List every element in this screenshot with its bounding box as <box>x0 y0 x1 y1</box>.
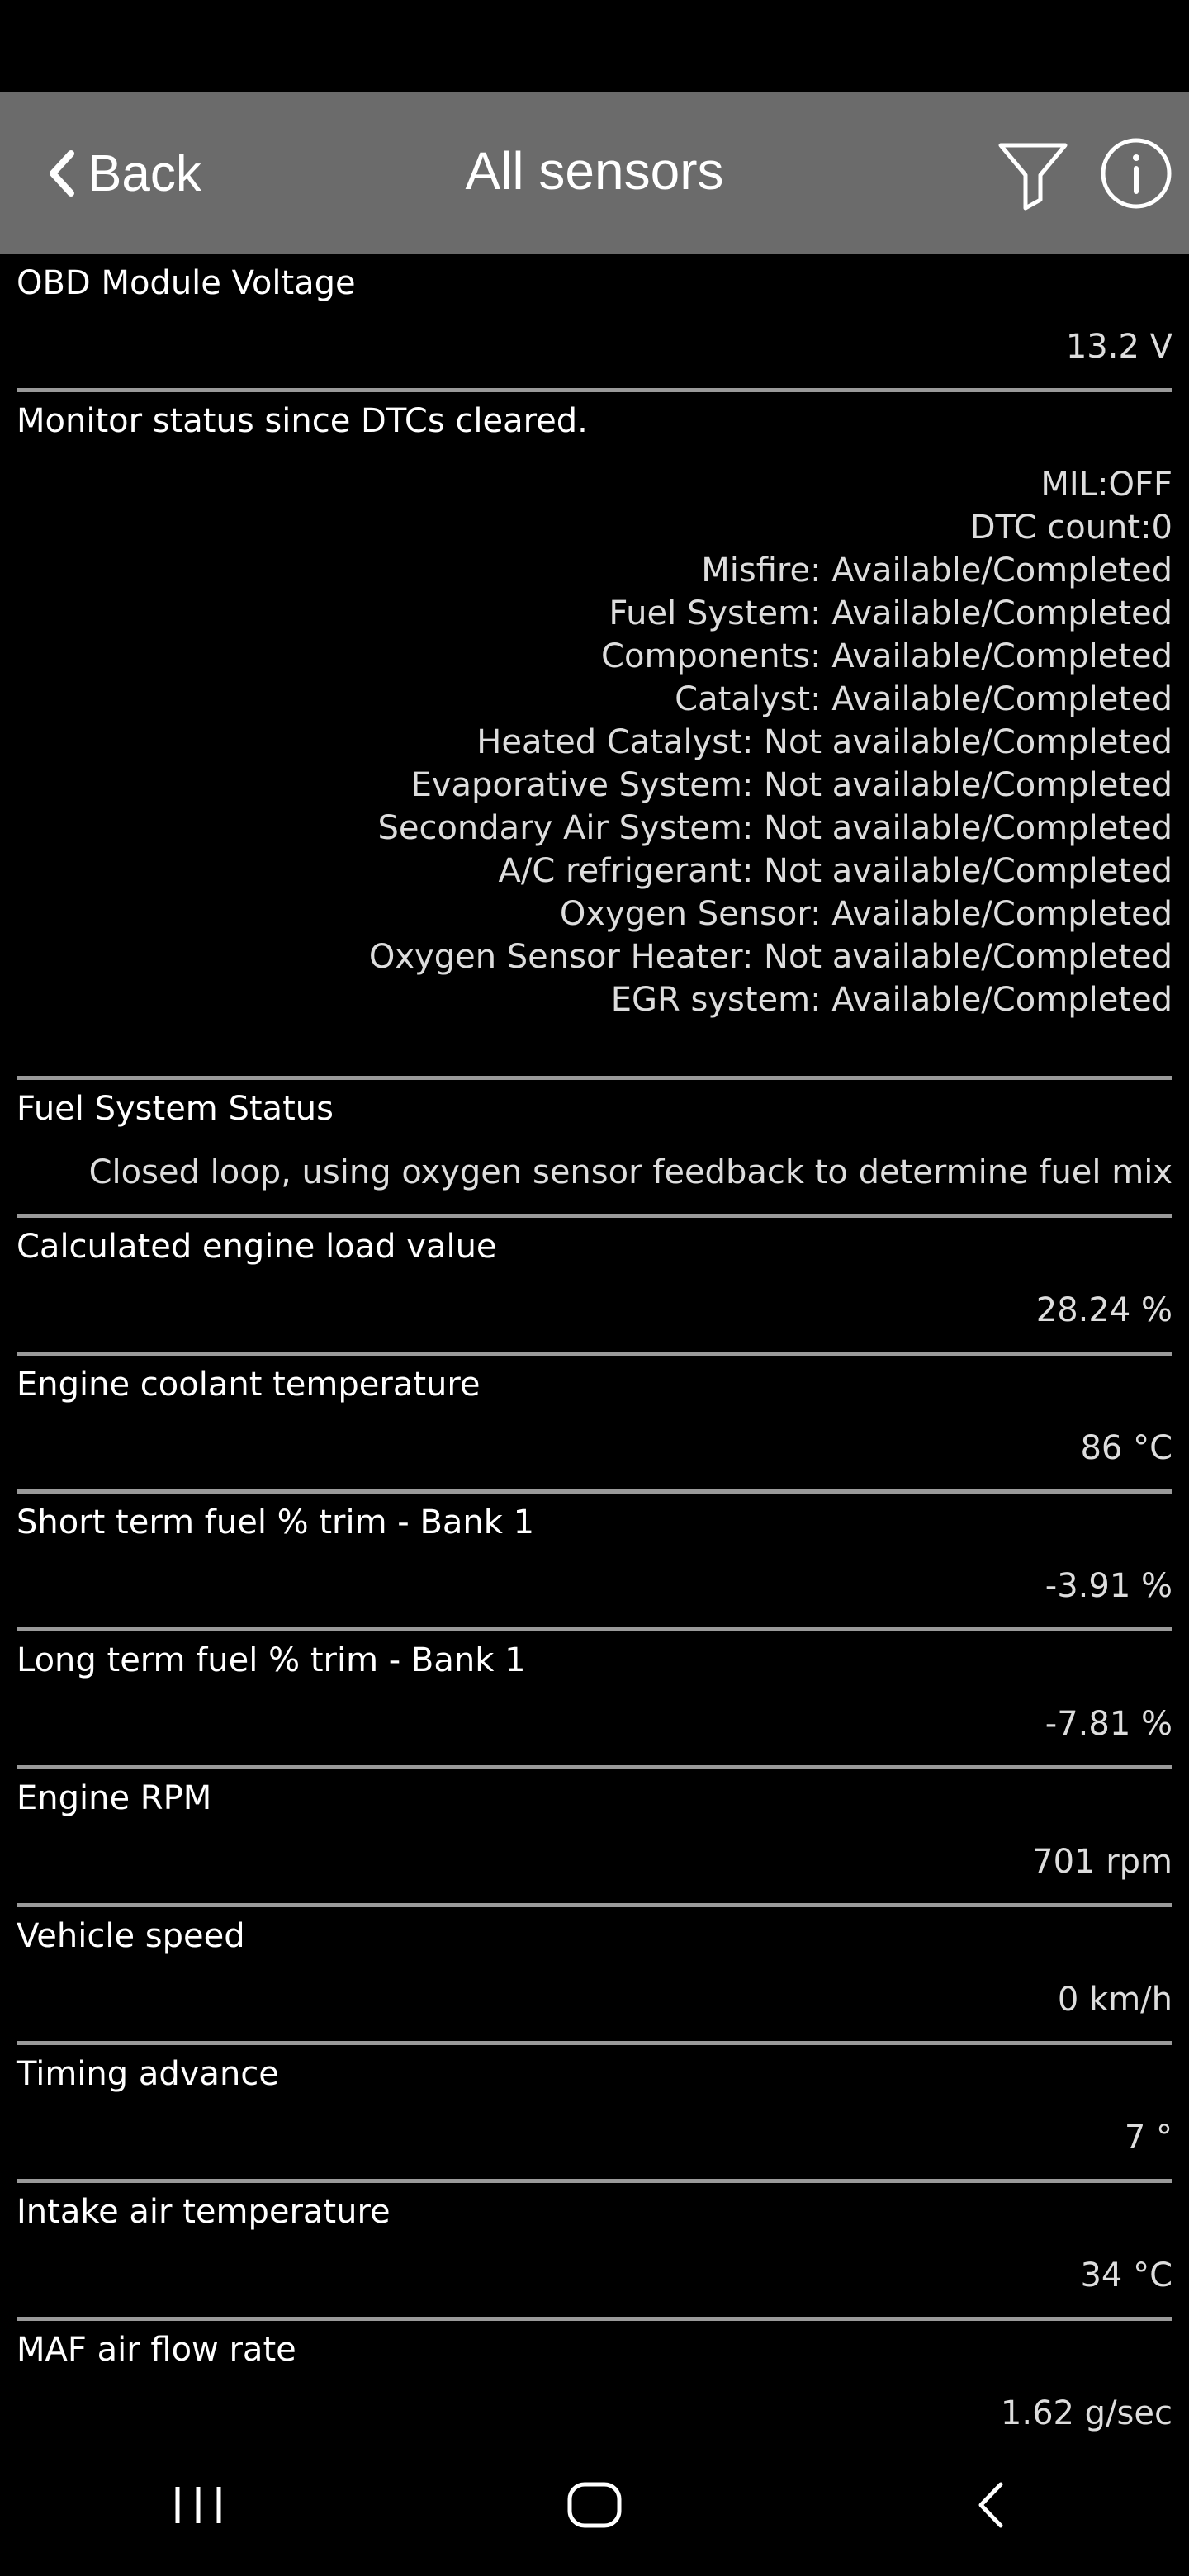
sensor-value: 13.2 V <box>1065 328 1172 366</box>
sensor-value-lines: MIL:OFF DTC count:0 Misfire: Available/C… <box>17 445 1172 1076</box>
sensor-value: 7 ° <box>1124 2119 1172 2157</box>
monitor-status-line: EGR system: Available/Completed <box>610 981 1172 1019</box>
monitor-status-line: Components: Available/Completed <box>601 637 1172 675</box>
sensor-item-long-term-fuel-trim: Long term fuel % trim - Bank 1 -7.81 % <box>0 1631 1189 1765</box>
sensor-name: Calculated engine load value <box>17 1228 497 1266</box>
sensor-value: Closed loop, using oxygen sensor feedbac… <box>88 1153 1172 1191</box>
app-bar: Back All sensors <box>0 92 1189 254</box>
sensor-value: 86 °C <box>1080 1429 1172 1467</box>
nav-back-button[interactable] <box>941 2464 1040 2546</box>
monitor-status-line: Oxygen Sensor: Available/Completed <box>559 895 1172 933</box>
monitor-status-line: A/C refrigerant: Not available/Completed <box>498 852 1172 890</box>
sensor-name: Intake air temperature <box>17 2193 391 2231</box>
monitor-status-line: Fuel System: Available/Completed <box>609 594 1172 632</box>
sensor-name: Engine RPM <box>17 1779 212 1817</box>
sensor-value: -7.81 % <box>1045 1705 1172 1743</box>
sensor-item-coolant-temperature: Engine coolant temperature 86 °C <box>0 1356 1189 1489</box>
monitor-status-line: Evaporative System: Not available/Comple… <box>410 766 1172 804</box>
monitor-status-line: Catalyst: Available/Completed <box>675 680 1172 718</box>
sensor-value: 701 rpm <box>1032 1843 1172 1881</box>
sensor-name: MAF air flow rate <box>17 2331 296 2369</box>
sensor-value: 1.62 g/sec <box>1000 2394 1172 2432</box>
sensor-name: Fuel System Status <box>17 1090 334 1128</box>
info-icon[interactable] <box>1098 135 1174 211</box>
status-bar <box>0 0 1189 92</box>
sensor-item-engine-rpm: Engine RPM 701 rpm <box>0 1769 1189 1903</box>
sensor-name: Long term fuel % trim - Bank 1 <box>17 1641 526 1679</box>
sensor-item-monitor-status: Monitor status since DTCs cleared. MIL:O… <box>0 392 1189 1076</box>
monitor-status-line: DTC count:0 <box>969 509 1172 547</box>
system-navigation-bar <box>0 2434 1189 2576</box>
sensor-name: Engine coolant temperature <box>17 1366 481 1404</box>
sensor-value: 0 km/h <box>1057 1981 1172 2019</box>
sensor-value: 34 °C <box>1080 2256 1172 2294</box>
recent-apps-icon <box>175 2487 221 2523</box>
sensor-name: OBD Module Voltage <box>17 264 356 302</box>
sensor-name: Timing advance <box>17 2055 279 2093</box>
monitor-status-line: Heated Catalyst: Not available/Completed <box>476 723 1172 761</box>
sensor-item-intake-air-temperature: Intake air temperature 34 °C <box>0 2183 1189 2317</box>
sensor-value: -3.91 % <box>1045 1567 1172 1605</box>
sensor-name: Short term fuel % trim - Bank 1 <box>17 1503 535 1541</box>
sensor-value: 28.24 % <box>1035 1291 1172 1329</box>
nav-back-icon <box>978 2482 1003 2528</box>
sensor-item-maf-air-flow-rate: MAF air flow rate 1.62 g/sec <box>0 2321 1189 2434</box>
home-icon <box>567 2482 622 2528</box>
sensor-list[interactable]: OBD Module Voltage 13.2 V Monitor status… <box>0 254 1189 2434</box>
monitor-status-line: MIL:OFF <box>1040 466 1172 504</box>
sensor-item-vehicle-speed: Vehicle speed 0 km/h <box>0 1907 1189 2041</box>
sensor-name: Monitor status since DTCs cleared. <box>17 402 588 440</box>
sensor-item-obd-module-voltage: OBD Module Voltage 13.2 V <box>0 254 1189 388</box>
monitor-status-line: Secondary Air System: Not available/Comp… <box>377 809 1172 847</box>
sensor-item-timing-advance: Timing advance 7 ° <box>0 2045 1189 2179</box>
recent-apps-button[interactable] <box>149 2464 248 2546</box>
sensor-item-fuel-system-status: Fuel System Status Closed loop, using ox… <box>0 1080 1189 1214</box>
sensor-item-engine-load: Calculated engine load value 28.24 % <box>0 1218 1189 1352</box>
monitor-status-line: Oxygen Sensor Heater: Not available/Comp… <box>368 938 1172 976</box>
home-button[interactable] <box>545 2464 644 2546</box>
sensor-item-short-term-fuel-trim: Short term fuel % trim - Bank 1 -3.91 % <box>0 1494 1189 1627</box>
sensor-name: Vehicle speed <box>17 1917 245 1955</box>
monitor-status-line: Misfire: Available/Completed <box>701 552 1172 590</box>
filter-icon[interactable] <box>996 135 1070 211</box>
